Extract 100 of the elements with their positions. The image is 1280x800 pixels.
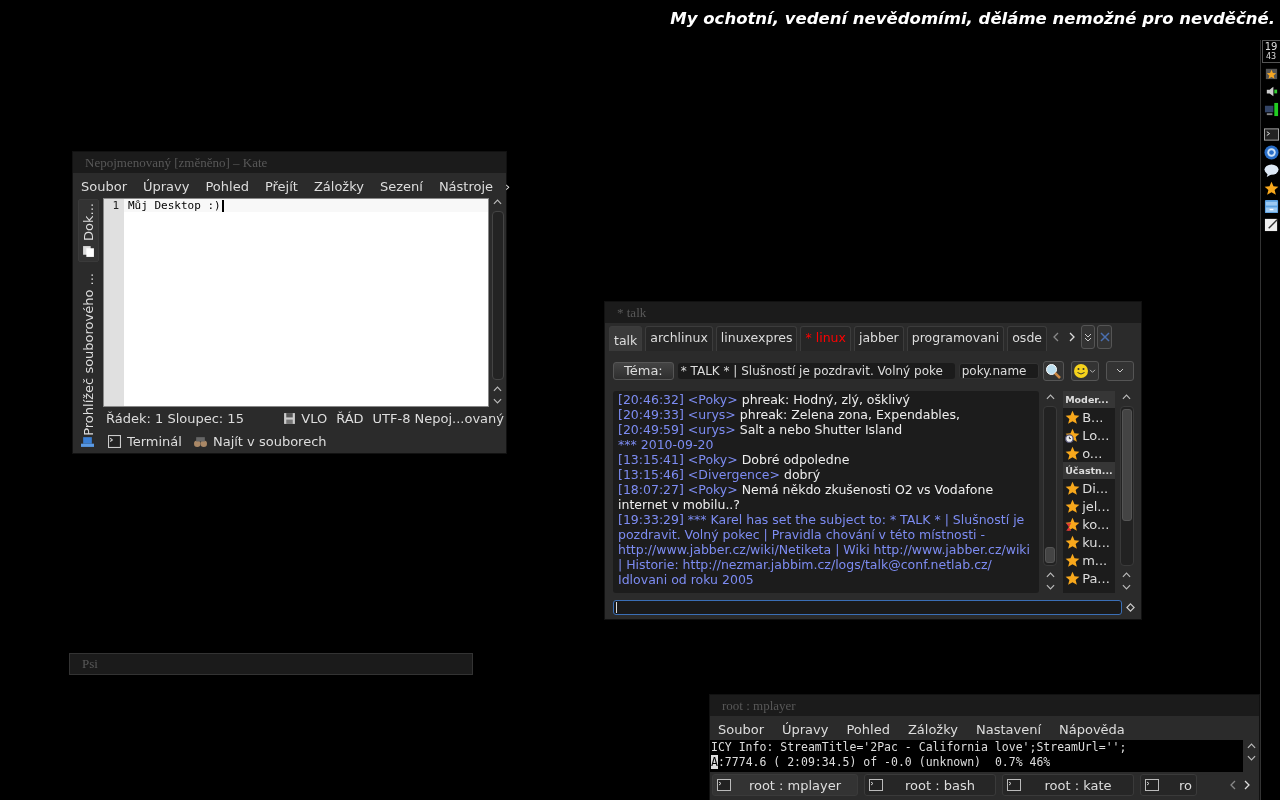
topic-button[interactable]: Téma: xyxy=(613,362,674,380)
menu-item[interactable]: Záložky xyxy=(313,178,364,194)
menu-item[interactable]: Nastavení xyxy=(975,721,1041,737)
laptop-icon[interactable] xyxy=(81,434,94,448)
caret-icon xyxy=(1115,368,1124,374)
chat-message: [20:49:59] <urys> Salt a nebo Shutter Island xyxy=(618,422,904,437)
scroll-up-icon[interactable] xyxy=(493,386,502,392)
scroll-up-icon[interactable] xyxy=(1045,394,1055,400)
date-separator: *** 2010-09-20 xyxy=(618,437,715,452)
cursor-position: Řádek: 1 Sloupec: 15 xyxy=(106,410,244,426)
menu-item[interactable]: Pohled xyxy=(205,178,249,194)
diamond-icon[interactable] xyxy=(1126,603,1135,612)
participant[interactable]: Pa... xyxy=(1063,569,1116,587)
chat-tab[interactable]: talk xyxy=(609,326,643,351)
tool-button[interactable]: Najít v souborech xyxy=(193,433,327,449)
scrollbar-track[interactable] xyxy=(1043,406,1058,566)
chat-bubble-icon[interactable] xyxy=(1263,163,1279,178)
participant[interactable]: ko... xyxy=(1063,515,1116,533)
chevron-right-icon[interactable] xyxy=(1244,780,1250,790)
scroll-down-icon[interactable] xyxy=(1246,755,1256,761)
double-chevron-down-icon xyxy=(1084,331,1092,343)
scroll-up-icon[interactable] xyxy=(493,199,502,205)
tab-list-button[interactable] xyxy=(1081,325,1095,349)
scrollbar[interactable] xyxy=(489,196,506,407)
globe-icon[interactable] xyxy=(1263,145,1279,160)
monitor-icon[interactable] xyxy=(1263,102,1279,117)
clock-hour: 19 xyxy=(1264,42,1278,52)
participant[interactable]: ku... xyxy=(1063,533,1116,551)
scroll-down-icon[interactable] xyxy=(493,398,502,404)
sidebar-tab[interactable]: Dok... xyxy=(77,199,99,262)
star-icon[interactable] xyxy=(1263,66,1279,81)
sidebar-tab-label: Dok... xyxy=(80,203,96,241)
scroll-up-icon[interactable] xyxy=(1122,572,1131,578)
terminal-icon xyxy=(1145,779,1159,791)
scrollbar-track[interactable] xyxy=(491,211,504,380)
nickname-field[interactable]: poky.name xyxy=(958,363,1039,379)
chat-message: [20:49:33] <urys> phreak: Zelena zona, Expendables, xyxy=(618,407,961,422)
scrollbar-thumb[interactable] xyxy=(1121,409,1132,521)
menu-item[interactable]: Úpravy xyxy=(782,721,829,737)
scrollbar-thumb[interactable] xyxy=(1045,547,1056,563)
chat-message: [20:46:32] <Poky> phreak: Hodný, zlý, ošklivý xyxy=(618,392,911,407)
menu-item[interactable]: Soubor xyxy=(81,178,127,194)
clock-minute: 43 xyxy=(1265,52,1277,61)
chevron-right-icon[interactable] xyxy=(1069,332,1075,342)
terminal-icon xyxy=(1007,779,1021,791)
terminal-tab[interactable]: root : bash xyxy=(864,774,996,796)
chat-tab[interactable]: osde xyxy=(1007,326,1047,351)
scroll-up-icon[interactable] xyxy=(1246,743,1256,749)
menu-item[interactable]: Záložky xyxy=(907,721,958,737)
scroll-up-icon[interactable] xyxy=(1045,572,1055,578)
menu-item[interactable]: Nástroje xyxy=(438,178,494,194)
tool-button[interactable]: Terminál xyxy=(108,433,182,449)
chat-tab[interactable]: jabber xyxy=(853,326,904,351)
scrollbar[interactable] xyxy=(1118,391,1135,593)
notepad-icon[interactable] xyxy=(1263,217,1279,232)
menu-item[interactable]: Pohled xyxy=(846,721,890,737)
chevron-left-icon[interactable] xyxy=(1230,780,1236,790)
terminal-tab[interactable]: root : mplayer xyxy=(712,774,858,796)
system-message: [19:33:29] *** Karel has set the subject to: * TALK * | Slušností je pozdravit. Volný pokec | Pravidla chování v této místnosti - http://www.jabber.cz/wiki/Netiketa | Wiki http://www.jabber.cz/wiki | Historie: http://nezmar.jabbim.cz/logs/talk@conf.netlab.cz/ Idlovani od roku 2005 xyxy=(618,512,1032,587)
chat-message: [18:07:27] <Poky> Nemá někdo zkušenosti O2 vs Vodafone internet v mobilu..? xyxy=(618,482,995,512)
menu-item[interactable]: Sezení xyxy=(379,178,423,194)
participant[interactable]: Di... xyxy=(1063,479,1116,497)
emoticon-button[interactable] xyxy=(1070,361,1099,381)
terminal-icon xyxy=(108,434,121,448)
scroll-down-icon[interactable] xyxy=(1045,584,1055,590)
scroll-up-icon[interactable] xyxy=(1122,394,1131,400)
terminal-icon[interactable] xyxy=(1263,127,1279,142)
star-icon[interactable] xyxy=(1263,181,1279,196)
participant[interactable]: o... xyxy=(1063,444,1116,462)
menu-item[interactable]: Soubor xyxy=(718,721,764,737)
chat-tab[interactable]: programovani xyxy=(906,326,1005,351)
participant[interactable]: B... xyxy=(1063,408,1116,426)
menu-item[interactable]: Úpravy xyxy=(143,178,190,194)
participant[interactable]: jel... xyxy=(1063,497,1116,515)
participant[interactable]: Lo... xyxy=(1063,426,1116,444)
chat-tab[interactable]: linuxexpres xyxy=(715,326,798,351)
cabinet-icon[interactable] xyxy=(1263,199,1279,214)
group-header: Účastn... xyxy=(1063,462,1116,479)
text-editor[interactable]: 1 Můj Desktop :) xyxy=(103,198,489,407)
scroll-down-icon[interactable] xyxy=(1122,584,1131,590)
message-input[interactable] xyxy=(613,600,1122,615)
terminal-icon xyxy=(717,779,731,791)
participant[interactable]: m... xyxy=(1063,551,1116,569)
close-icon xyxy=(1099,332,1110,342)
terminal-tab[interactable]: root : kate xyxy=(1002,774,1134,796)
terminal-tab[interactable]: ro xyxy=(1140,774,1197,796)
chevron-left-icon[interactable] xyxy=(1053,332,1059,342)
chat-message: [13:15:46] <Divergence> dobrý xyxy=(618,467,822,482)
save-icon xyxy=(283,411,297,425)
scrollbar-track[interactable] xyxy=(1119,406,1134,566)
scrollbar[interactable] xyxy=(1042,391,1059,593)
topic-field[interactable]: * TALK * | Slušností je pozdravit. Volný poke xyxy=(677,363,955,379)
chat-tab[interactable]: archlinux xyxy=(645,326,713,351)
search-button[interactable] xyxy=(1042,361,1064,381)
chat-tab[interactable]: * linux xyxy=(800,326,851,351)
menu-item[interactable]: Nápověda xyxy=(1059,721,1125,737)
selection-mode: ŘÁD xyxy=(336,410,364,426)
menu-item[interactable]: Přejít xyxy=(264,178,298,194)
smiley-icon xyxy=(1073,363,1090,379)
menu-overflow-button[interactable]: › xyxy=(505,178,511,194)
